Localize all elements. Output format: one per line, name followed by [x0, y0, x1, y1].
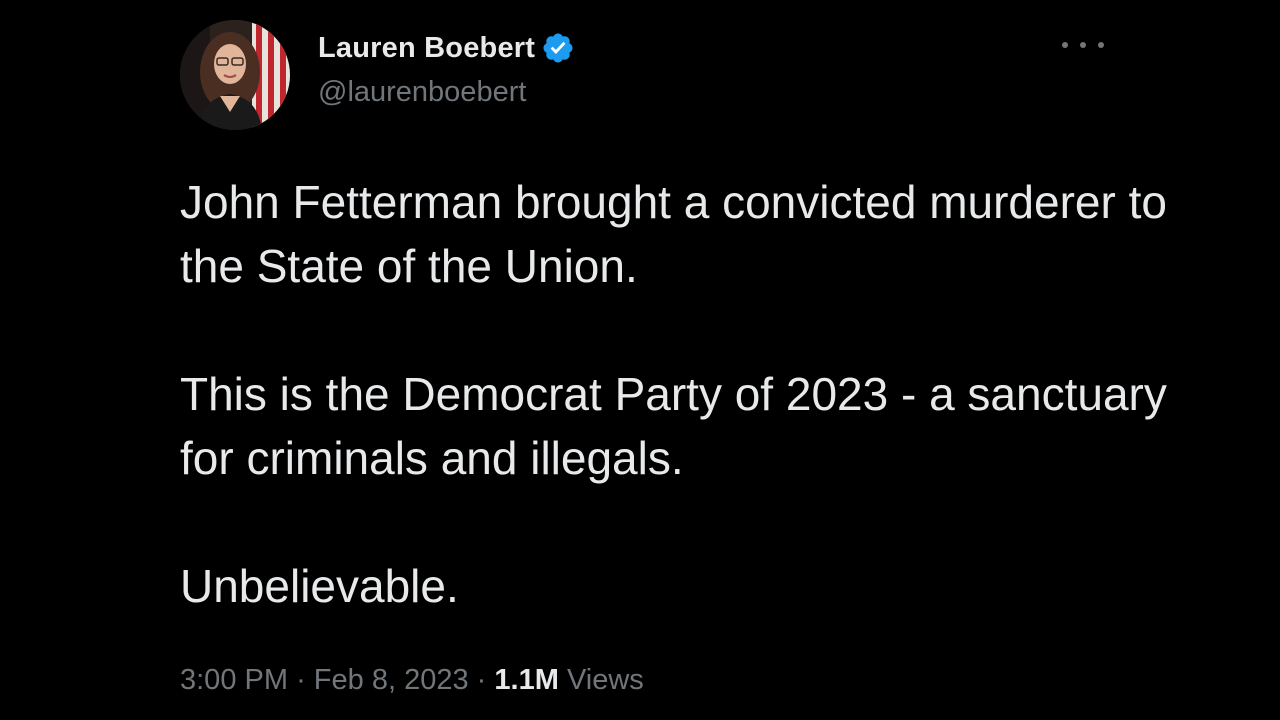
tweet-paragraph: Unbelievable. — [180, 560, 459, 612]
verified-badge-icon — [541, 31, 575, 65]
author-name-row[interactable]: Lauren Boebert — [318, 30, 575, 66]
more-dot — [1080, 42, 1086, 48]
display-name[interactable]: Lauren Boebert — [318, 32, 535, 65]
tweet-paragraph: John Fetterman brought a convicted murde… — [180, 176, 1167, 292]
avatar[interactable] — [180, 20, 290, 130]
meta-separator: · — [476, 664, 487, 696]
more-options-icon[interactable] — [1062, 30, 1104, 60]
tweet-date[interactable]: Feb 8, 2023 — [314, 664, 469, 696]
tweet-time[interactable]: 3:00 PM — [180, 664, 288, 696]
more-dot — [1062, 42, 1068, 48]
meta-separator: · — [296, 664, 306, 696]
views-count[interactable]: 1.1M — [494, 664, 558, 696]
tweet: Lauren Boebert @laurenboebert John Fette… — [0, 0, 1280, 720]
author-handle[interactable]: @laurenboebert — [318, 76, 526, 109]
avatar-image — [180, 20, 290, 130]
tweet-paragraph: This is the Democrat Party of 2023 - a s… — [180, 368, 1167, 484]
views-label: Views — [566, 664, 644, 696]
tweet-text: John Fetterman brought a convicted murde… — [180, 170, 1180, 618]
more-dot — [1098, 42, 1104, 48]
tweet-meta: 3:00 PM · Feb 8, 2023 · 1.1M Views — [180, 664, 644, 697]
